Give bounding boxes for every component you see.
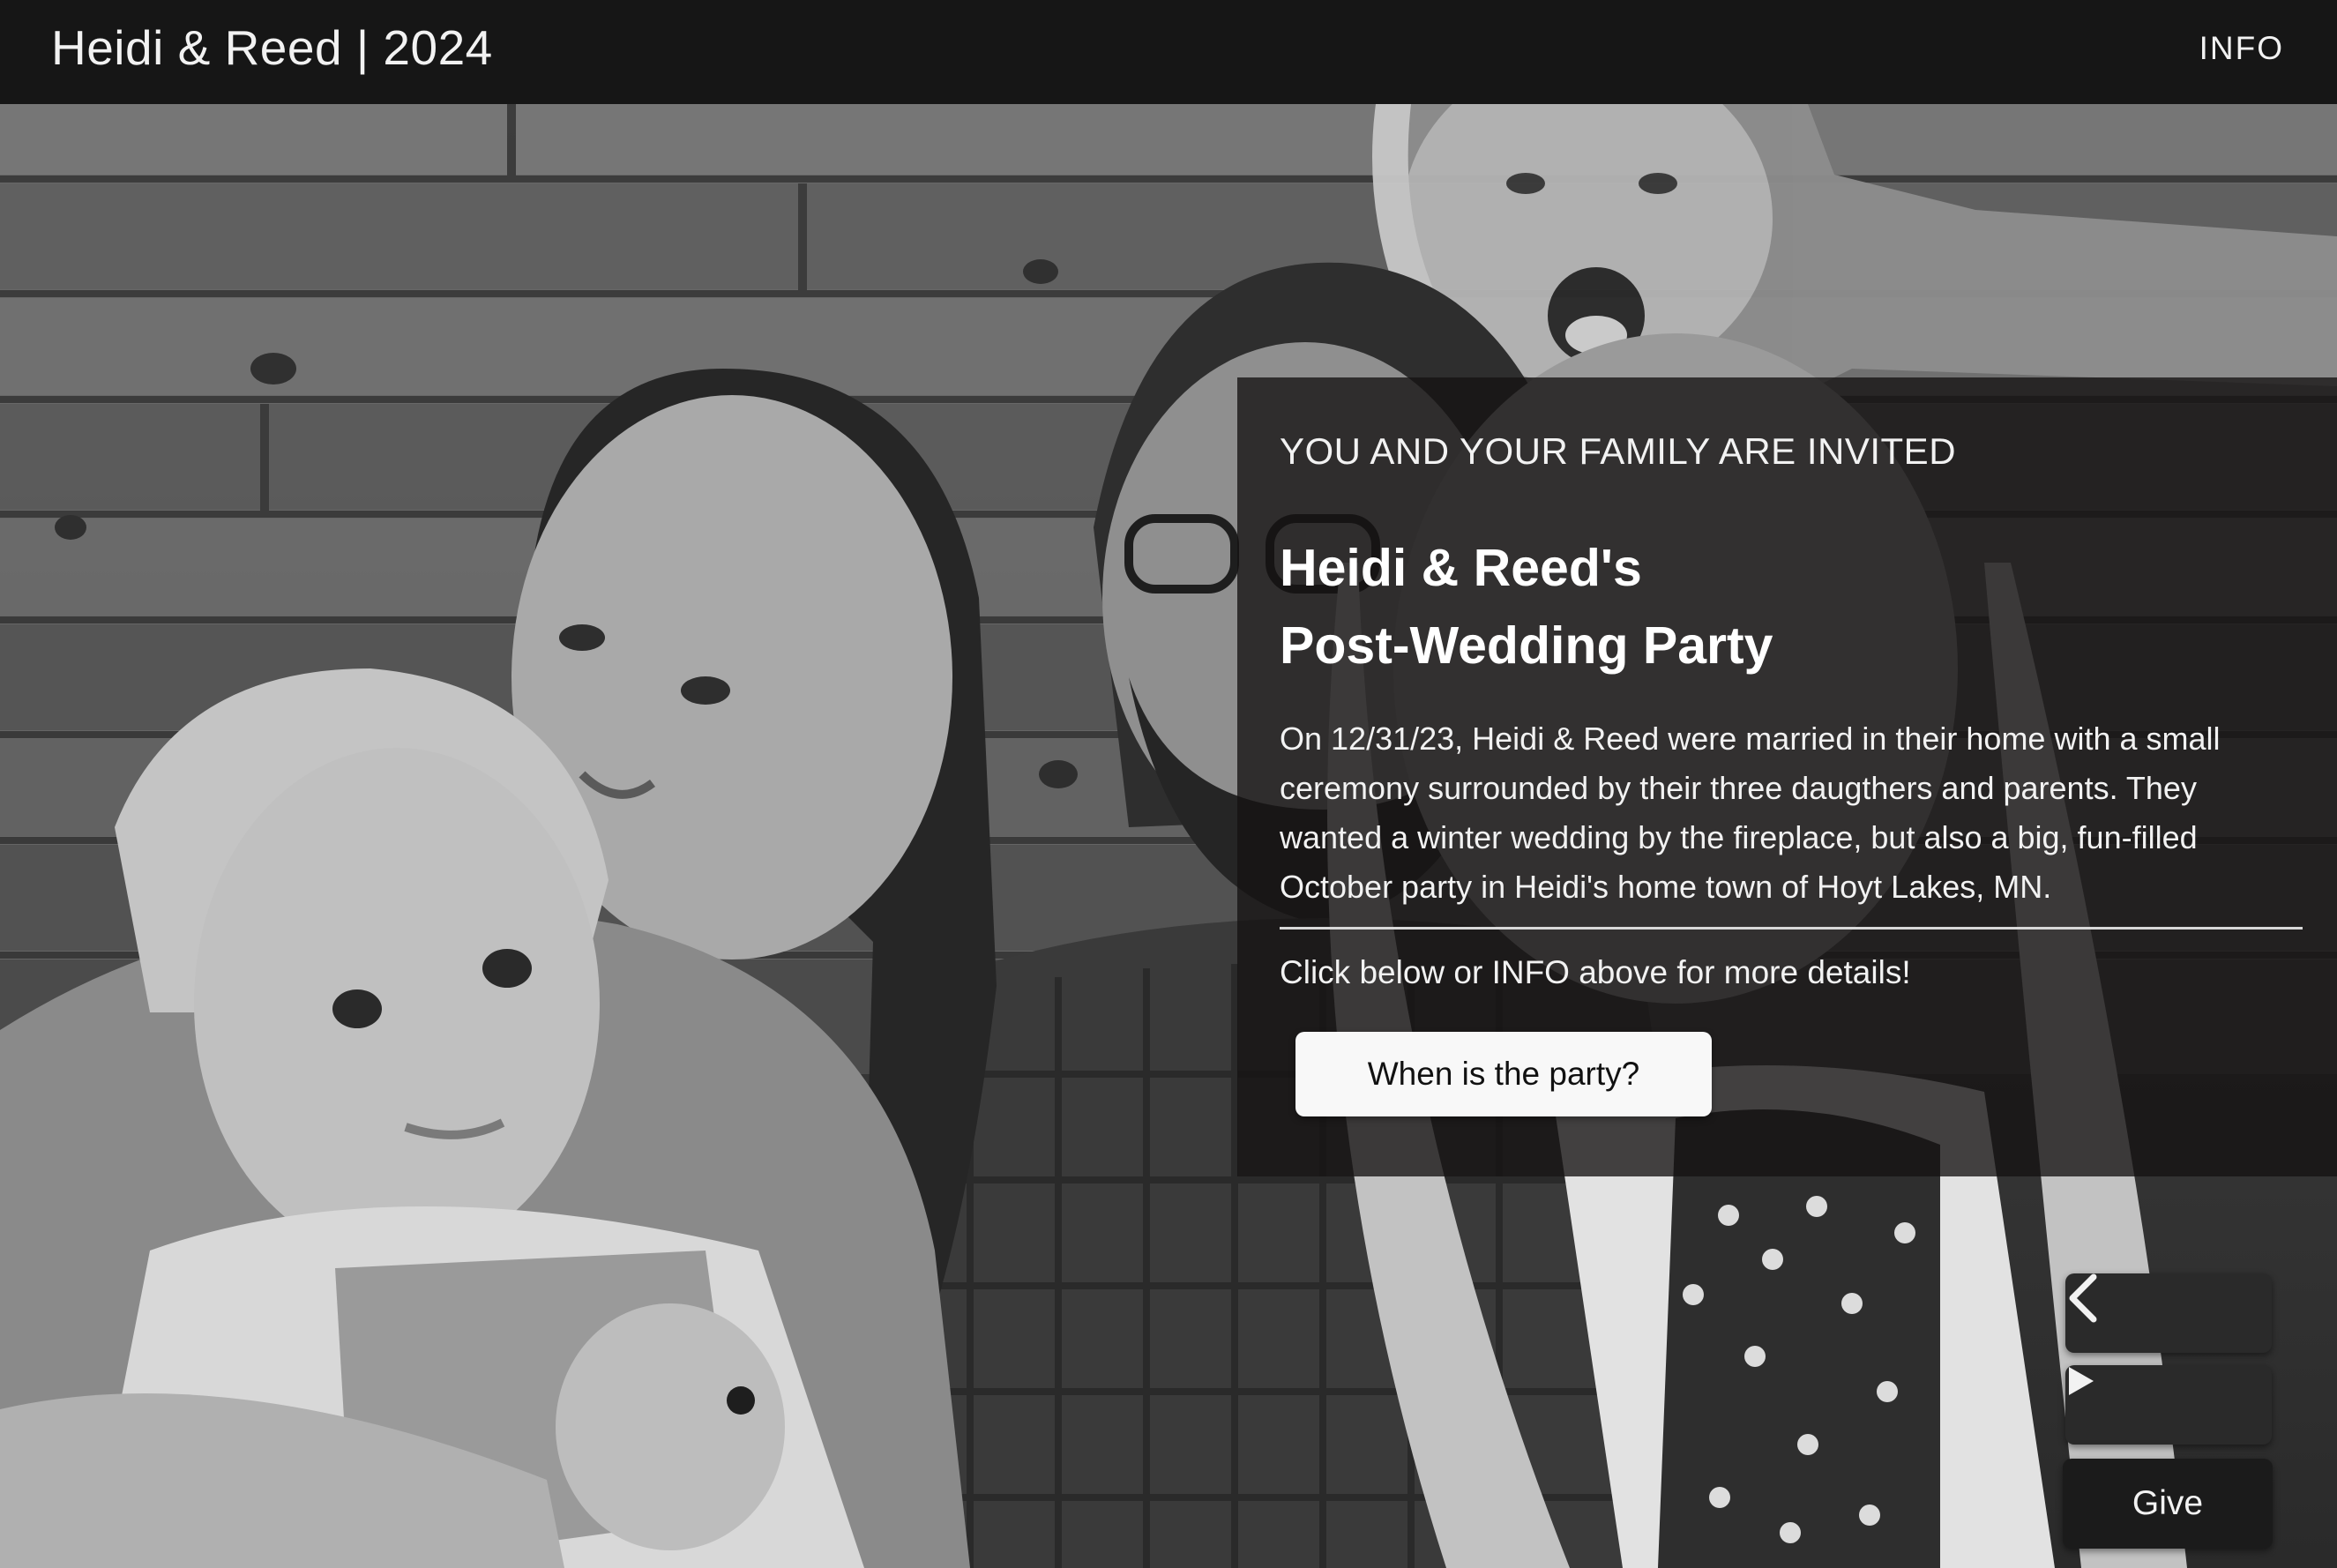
headline-line-1: Heidi & Reed's	[1280, 539, 1642, 597]
hero-photo: YOU AND YOUR FAMILY ARE INVITED Heidi & …	[0, 104, 2337, 1568]
when-is-party-button[interactable]: When is the party?	[1295, 1032, 1712, 1116]
play-slideshow-button[interactable]	[2065, 1365, 2272, 1445]
headline-line-2: Post-Wedding Party	[1280, 616, 1773, 675]
details-prompt: Click below or INFO above for more detai…	[1280, 954, 1911, 990]
chevron-left-icon	[2069, 1273, 2097, 1323]
play-icon	[2069, 1367, 2094, 1395]
top-navigation-bar: Heidi & Reed | 2024 INFO	[0, 0, 2337, 104]
card-divider	[1280, 927, 2303, 930]
nav-info-link[interactable]: INFO	[2199, 30, 2284, 67]
invitation-body: On 12/31/23, Heidi & Reed were married i…	[1280, 721, 2221, 905]
previous-slide-button[interactable]	[2065, 1273, 2272, 1353]
site-title[interactable]: Heidi & Reed | 2024	[51, 19, 493, 76]
give-button[interactable]: Give	[2063, 1459, 2273, 1549]
invitation-headline: Heidi & Reed's Post-Wedding Party	[1280, 529, 1773, 684]
invitation-eyebrow: YOU AND YOUR FAMILY ARE INVITED	[1280, 430, 1957, 472]
invitation-card: YOU AND YOUR FAMILY ARE INVITED Heidi & …	[1237, 377, 2337, 1176]
